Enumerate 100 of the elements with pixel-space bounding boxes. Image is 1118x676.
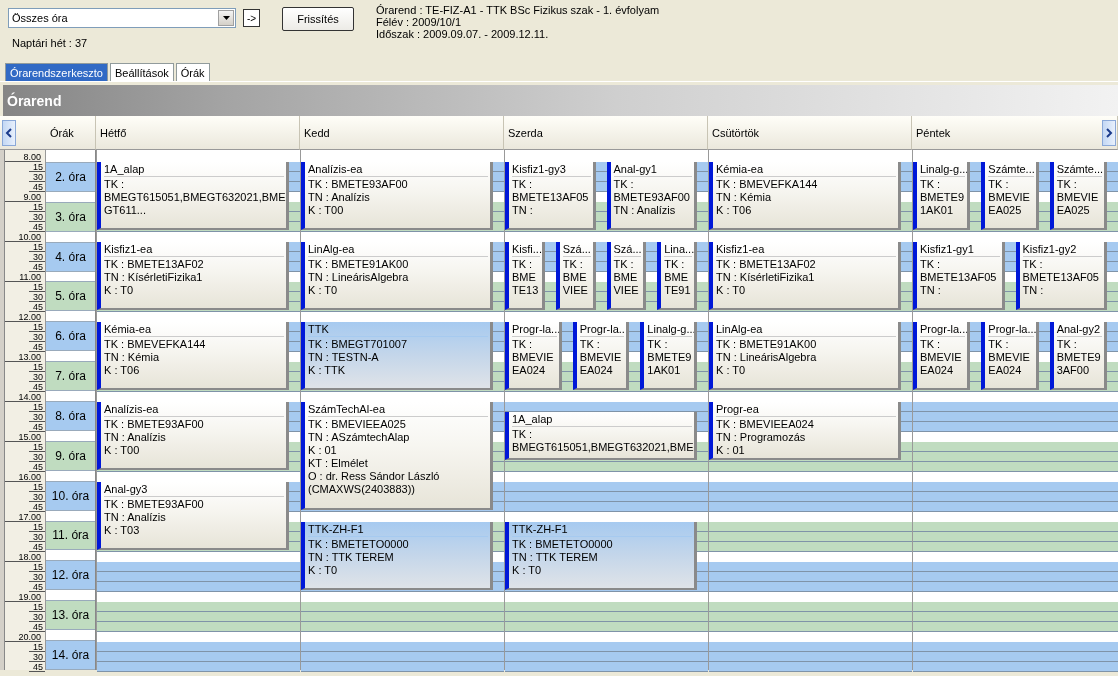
class-event[interactable]: Anal-gy3 TK : BMETE93AF00 TN : Analízis K : T03 <box>97 482 289 550</box>
class-event[interactable]: Kisfiz1-ea TK : BMETE13AF02 TN : KísérletiFizika1 K : T0 <box>709 242 901 310</box>
class-event[interactable]: Progr-la... TK : BMEVIE EA024 <box>572 322 630 390</box>
event-detail: TK : BMETE93AF00 <box>308 178 409 191</box>
class-event[interactable]: LinAlg-ea TK : BMETE91AK00 TN : LineárisAlgebra K : T0 <box>301 242 493 310</box>
event-title: Kémia-ea <box>716 163 896 177</box>
event-detail: K : T00 <box>308 204 345 217</box>
period-label: 5. óra <box>46 281 95 312</box>
event-detail: K : 01 <box>716 444 746 457</box>
event-detail: K : T0 <box>512 564 543 577</box>
class-event[interactable]: Kisfiz1-gy1 TK : BMETE13AF05 TN : <box>913 242 1005 310</box>
event-detail: TK : BMETE91AK00 <box>308 258 410 271</box>
class-event[interactable]: Szá... TK : BME VIEE <box>606 242 647 310</box>
class-event[interactable]: Anal-gy2 TK : BMETE9 3AF00 <box>1049 322 1107 390</box>
class-event[interactable]: Kisfiz1-gy3 TK : BMETE13AF05 TN : <box>505 162 596 230</box>
tab[interactable]: Beállítások <box>109 63 174 81</box>
event-detail: 1AK01 <box>920 204 955 217</box>
quarter-mark: 15 <box>29 522 45 532</box>
period-label: 10. óra <box>46 480 95 511</box>
class-event[interactable]: Szá... TK : BME VIEE <box>555 242 596 310</box>
period-label: 7. óra <box>46 361 95 392</box>
event-detail: TK : BMEVEFKA144 <box>104 338 207 351</box>
quarter-mark: 15 <box>29 442 45 452</box>
event-detail: BMETE93AF00 <box>613 191 691 204</box>
quarter-mark: 45 <box>29 382 45 392</box>
class-event[interactable]: Számte... TK : BMEVIE EA025 <box>981 162 1039 230</box>
event-detail: TK : <box>613 258 635 271</box>
class-event[interactable]: Kisfi... TK : BME TE13 <box>505 242 545 310</box>
quarter-mark: 15 <box>29 202 45 212</box>
event-detail: BMEVIE <box>988 191 1031 204</box>
event-detail: BMEVIE <box>1056 191 1100 204</box>
quarter-mark: 30 <box>29 412 45 422</box>
quarter-mark: 15 <box>29 482 45 492</box>
event-title: Analízis-ea <box>104 403 284 417</box>
class-event[interactable]: Analízis-ea TK : BMETE93AF00 TN : Analízis K : T00 <box>97 402 289 470</box>
hour-label: 11.00 <box>5 272 41 282</box>
hour-label: 16.00 <box>5 472 41 482</box>
class-event[interactable]: Analízis-ea TK : BMETE93AF00 TN : Analízis K : T00 <box>301 162 493 230</box>
event-title: Progr-la... <box>920 323 966 337</box>
next-button[interactable] <box>1102 120 1116 146</box>
refresh-button[interactable]: Frissítés <box>282 7 354 31</box>
hour-label: 9.00 <box>5 192 41 202</box>
event-title: TTK <box>308 323 488 337</box>
class-event[interactable]: TTK-ZH-F1 TK : BMETETO0000 TN : TTK TEREM K : T0 <box>301 522 493 590</box>
class-event[interactable]: Kémia-ea TK : BMEVEFKA144 TN : Kémia K : T06 <box>709 162 901 230</box>
class-event[interactable]: Lina... TK : BME TE91 <box>657 242 697 310</box>
hour-label: 14.00 <box>5 392 41 402</box>
class-event[interactable]: Kémia-ea TK : BMEVEFKA144 TN : Kémia K : T06 <box>97 322 289 390</box>
class-event[interactable]: LinAlg-ea TK : BMETE91AK00 TN : LineárisAlgebra K : T0 <box>709 322 901 390</box>
quarter-mark: 45 <box>29 622 45 632</box>
class-event[interactable]: Kisfiz1-ea TK : BMETE13AF02 TN : KísérletiFizika1 K : T0 <box>97 242 289 310</box>
class-event[interactable]: Progr-ea TK : BMEVIEEA024 TN : Programozás K : 01 <box>709 402 901 460</box>
quarter-mark: 15 <box>29 322 45 332</box>
tab[interactable]: Órák <box>175 63 210 81</box>
event-detail: TK : <box>579 338 601 351</box>
day-header: Hétfő <box>96 116 300 150</box>
event-detail: TK : BMETE13AF02 <box>104 258 205 271</box>
period-label: 8. óra <box>46 401 95 431</box>
class-event[interactable]: TTK-ZH-F1 TK : BMETETO0000 TN : TTK TEREM K : T0 <box>505 522 697 590</box>
class-event[interactable]: Progr-la... TK : BMEVIE EA024 <box>913 322 971 390</box>
period-label: 11. óra <box>46 520 95 551</box>
class-event[interactable]: Kisfiz1-gy2 TK : BMETE13AF05 TN : <box>1015 242 1107 310</box>
event-detail: BMEVIE <box>579 351 623 364</box>
class-event[interactable]: Anal-gy1 TK : BMETE93AF00 TN : Analízis <box>606 162 697 230</box>
event-title: Progr-la... <box>512 323 557 337</box>
class-event[interactable]: Számte... TK : BMEVIE EA025 <box>1049 162 1107 230</box>
event-detail: TN : Analízis <box>104 511 167 524</box>
event-detail: BMETE13AF05 <box>512 191 590 204</box>
event-detail: TK : BMETE91AK00 <box>716 338 818 351</box>
tab[interactable]: Órarendszerkeszto <box>5 63 108 81</box>
event-detail: BMETE13AF05 <box>920 271 998 284</box>
class-event[interactable]: 1A_alap TK : BMEGT615051,BMEGT632021,BME <box>505 412 697 460</box>
quarter-mark: 45 <box>29 502 45 512</box>
event-detail: TN : KísérletiFizika1 <box>716 271 816 284</box>
event-detail: BME <box>613 271 639 284</box>
filter-dropdown[interactable]: Összes óra <box>8 8 236 28</box>
class-event[interactable]: Linalg-g... TK : BMETE9 1AK01 <box>913 162 971 230</box>
event-detail: BMEVIE <box>988 351 1031 364</box>
class-event[interactable]: Linalg-g... TK : BMETE9 1AK01 <box>640 322 697 390</box>
event-title: Analízis-ea <box>308 163 488 177</box>
event-title: TTK-ZH-F1 <box>308 523 488 537</box>
class-event[interactable]: Progr-la... TK : BMEVIE EA024 <box>505 322 562 390</box>
previous-button[interactable] <box>2 120 16 146</box>
go-button[interactable]: -> <box>243 9 260 27</box>
day-header: Péntek <box>912 116 1118 150</box>
event-detail: TK : <box>920 258 942 271</box>
class-event[interactable]: 1A_alap TK : BMEGT615051,BMEGT632021,BME GT611... <box>97 162 289 230</box>
class-event[interactable]: Progr-la... TK : BMEVIE EA024 <box>981 322 1039 390</box>
period-label: 13. óra <box>46 600 95 631</box>
class-event[interactable]: SzámTechAl-ea TK : BMEVIEEA025 TN : ASzámtechAlap K : 01 KT : Elmélet O : dr. Ress Sándor László (CMAXWS(2403883)) <box>301 402 493 510</box>
class-event[interactable]: TTK TK : BMEGT701007 TN : TESTN-A K : TTK <box>301 322 493 390</box>
event-detail: K : T00 <box>104 444 141 457</box>
event-title: Linalg-g... <box>647 323 692 337</box>
quarter-mark: 15 <box>29 642 45 652</box>
event-detail: EA025 <box>1056 204 1091 217</box>
event-title: Kémia-ea <box>104 323 284 337</box>
event-detail: 1AK01 <box>647 364 682 377</box>
dropdown-button[interactable] <box>218 10 234 26</box>
timetable-info: Időszak : 2009.09.07. - 2009.12.11. <box>376 28 550 40</box>
event-detail: TK : BMETETO0000 <box>308 538 410 551</box>
